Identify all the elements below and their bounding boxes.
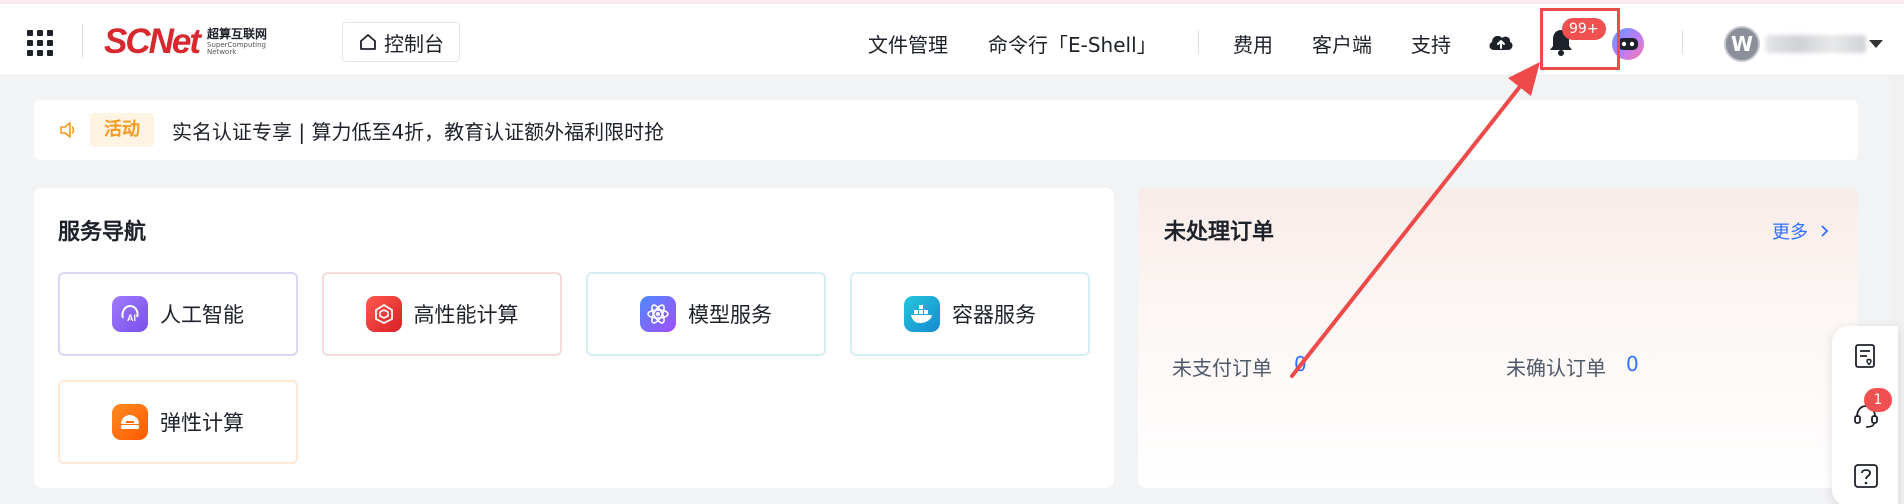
service-elastic-label: 弹性计算 xyxy=(160,411,244,435)
service-container-label: 容器服务 xyxy=(952,303,1036,327)
service-container-button[interactable]: 容器服务 xyxy=(850,272,1090,356)
home-icon xyxy=(360,34,376,50)
speaker-icon xyxy=(60,122,75,138)
feedback-form-icon[interactable] xyxy=(1852,342,1880,370)
service-hpc-label: 高性能计算 xyxy=(413,303,519,327)
logo-wordmark: SCNet xyxy=(104,22,201,61)
announcement-text[interactable]: 实名认证专享 | 算力低至4折，教育认证额外福利限时抢 xyxy=(172,116,664,145)
username-redacted[interactable] xyxy=(1766,35,1866,53)
nav-divider xyxy=(1198,30,1199,54)
more-orders-link[interactable]: 更多 xyxy=(1772,218,1830,244)
cloud-upload-icon[interactable] xyxy=(1487,30,1515,54)
service-navigation-title: 服务导航 xyxy=(58,220,147,245)
logo-cn-text: 超算互联网 xyxy=(207,27,268,41)
pending-orders-title: 未处理订单 xyxy=(1164,220,1275,245)
unconfirmed-orders-count[interactable]: 0 xyxy=(1626,352,1639,376)
svg-text:AI: AI xyxy=(127,313,136,323)
unconfirmed-orders-label: 未确认订单 xyxy=(1506,356,1606,380)
more-label: 更多 xyxy=(1772,222,1808,243)
elastic-icon xyxy=(112,404,148,440)
service-navigation-card: 服务导航 AI 人工智能 高性能计算 模型服务 容器服务 弹性计算 xyxy=(34,188,1114,488)
floating-toolbar xyxy=(1832,326,1898,504)
announcement-bar[interactable]: 活动 实名认证专享 | 算力低至4折，教育认证额外福利限时抢 xyxy=(34,100,1858,160)
activity-tag: 活动 xyxy=(90,113,154,147)
container-icon xyxy=(904,296,940,332)
nav-billing[interactable]: 费用 xyxy=(1233,32,1273,58)
chevron-right-icon xyxy=(1821,225,1829,237)
console-label: 控制台 xyxy=(384,31,444,56)
unpaid-orders-label: 未支付订单 xyxy=(1172,356,1272,380)
logo-en-text: SuperComputing Network xyxy=(207,41,266,56)
nav-client[interactable]: 客户端 xyxy=(1312,32,1372,58)
service-elastic-button[interactable]: 弹性计算 xyxy=(58,380,298,464)
hpc-icon xyxy=(365,296,402,332)
console-button[interactable]: 控制台 xyxy=(342,22,460,62)
service-hpc-button[interactable]: 高性能计算 xyxy=(322,272,562,356)
user-avatar[interactable]: W xyxy=(1724,26,1760,62)
service-ai-button[interactable]: AI 人工智能 xyxy=(58,272,298,356)
help-question-icon[interactable] xyxy=(1852,462,1880,490)
service-model-button[interactable]: 模型服务 xyxy=(586,272,826,356)
chevron-down-icon[interactable] xyxy=(1869,40,1883,48)
model-icon xyxy=(640,296,676,332)
ai-icon: AI xyxy=(112,296,148,332)
header-divider xyxy=(82,24,83,58)
service-ai-label: 人工智能 xyxy=(160,303,244,327)
scnet-logo[interactable]: SCNet 超算互联网 SuperComputing Network xyxy=(104,22,267,61)
nav-eshell[interactable]: 命令行「E-Shell」 xyxy=(988,32,1157,58)
service-model-label: 模型服务 xyxy=(688,303,772,327)
pending-orders-card: 未处理订单 更多 未支付订单 0 未确认订单 0 xyxy=(1138,188,1858,488)
unpaid-orders-count[interactable]: 0 xyxy=(1294,352,1307,376)
nav-support[interactable]: 支持 xyxy=(1411,32,1451,58)
nav-file-management[interactable]: 文件管理 xyxy=(868,32,948,58)
user-divider xyxy=(1682,30,1683,54)
logo-subtitle: 超算互联网 SuperComputing Network xyxy=(207,28,267,56)
support-badge: 1 xyxy=(1864,388,1892,412)
annotation-highlight-box xyxy=(1540,8,1620,70)
app-grid-icon[interactable] xyxy=(27,30,53,56)
